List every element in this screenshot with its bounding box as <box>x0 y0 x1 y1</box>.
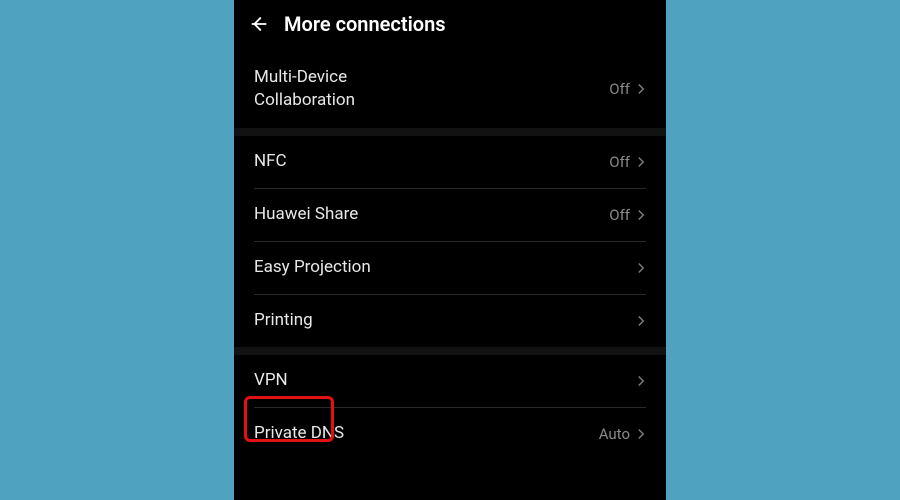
row-label: Easy Projection <box>254 256 371 279</box>
row-label: Private DNS <box>254 422 344 445</box>
row-value: Off <box>609 153 630 171</box>
chevron-right-icon <box>636 427 646 441</box>
row-easy-projection[interactable]: Easy Projection <box>234 242 666 294</box>
row-vpn[interactable]: VPN <box>234 355 666 407</box>
row-right <box>630 374 646 388</box>
row-label: Printing <box>254 309 313 332</box>
row-value: Off <box>609 206 630 224</box>
chevron-right-icon <box>636 208 646 222</box>
chevron-right-icon <box>636 314 646 328</box>
chevron-right-icon <box>636 261 646 275</box>
row-right <box>630 314 646 328</box>
back-arrow-icon[interactable] <box>248 13 270 35</box>
row-right: Auto <box>599 425 646 443</box>
row-printing[interactable]: Printing <box>234 295 666 347</box>
row-right <box>630 261 646 275</box>
row-label: Huawei Share <box>254 203 358 226</box>
page-title: More connections <box>284 12 446 36</box>
chevron-right-icon <box>636 374 646 388</box>
row-value: Off <box>609 80 630 98</box>
header-bar: More connections <box>234 0 666 50</box>
settings-screen: More connections Multi-Device Collaborat… <box>234 0 666 500</box>
row-right: Off <box>609 153 646 171</box>
row-nfc[interactable]: NFC Off <box>234 136 666 188</box>
row-private-dns[interactable]: Private DNS Auto <box>234 408 666 460</box>
chevron-right-icon <box>636 82 646 96</box>
row-multi-device-collaboration[interactable]: Multi-Device Collaboration Off <box>234 50 666 128</box>
row-right: Off <box>609 206 646 224</box>
row-label: VPN <box>254 369 288 392</box>
group-divider <box>234 347 666 355</box>
row-huawei-share[interactable]: Huawei Share Off <box>234 189 666 241</box>
row-right: Off <box>609 80 646 98</box>
row-label: Multi-Device Collaboration <box>254 66 355 112</box>
row-value: Auto <box>599 425 630 443</box>
row-label: NFC <box>254 150 287 173</box>
group-divider <box>234 128 666 136</box>
chevron-right-icon <box>636 155 646 169</box>
